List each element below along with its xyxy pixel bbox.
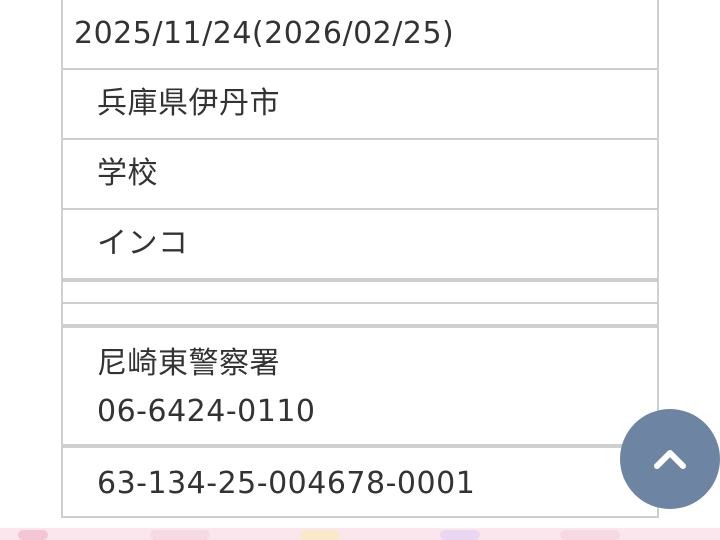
footer-dot xyxy=(560,530,620,540)
receipt-number-value: 63-134-25-004678-0001 xyxy=(97,466,476,501)
page: 2025/11/24(2026/02/25) 兵庫県伊丹市 学校 インコ 尼崎東… xyxy=(0,0,720,540)
table-row-police: 尼崎東警察署 06-6424-0110 xyxy=(61,326,659,446)
footer-dot xyxy=(18,530,48,540)
police-phone-value: 06-6424-0110 xyxy=(97,394,316,429)
table-row-place: 学校 xyxy=(61,138,659,210)
table-row-date: 2025/11/24(2026/02/25) xyxy=(61,0,659,70)
table-row-empty xyxy=(61,280,659,304)
date-range-value: 2025/11/24(2026/02/25) xyxy=(74,16,455,51)
footer-dot xyxy=(440,530,480,540)
animal-value: インコ xyxy=(97,226,189,261)
table-row-animal: インコ xyxy=(61,208,659,280)
footer-decoration xyxy=(0,528,720,540)
table-row-empty xyxy=(61,302,659,326)
table-row-location: 兵庫県伊丹市 xyxy=(61,68,659,140)
place-value: 学校 xyxy=(97,156,158,191)
police-station-value: 尼崎東警察署 xyxy=(97,346,280,381)
footer-dot xyxy=(300,530,340,540)
chevron-up-icon xyxy=(654,450,686,469)
location-value: 兵庫県伊丹市 xyxy=(97,86,280,121)
table-row-receipt-number: 63-134-25-004678-0001 xyxy=(61,446,659,518)
scroll-to-top-button[interactable] xyxy=(620,409,720,509)
footer-dot xyxy=(150,530,210,540)
